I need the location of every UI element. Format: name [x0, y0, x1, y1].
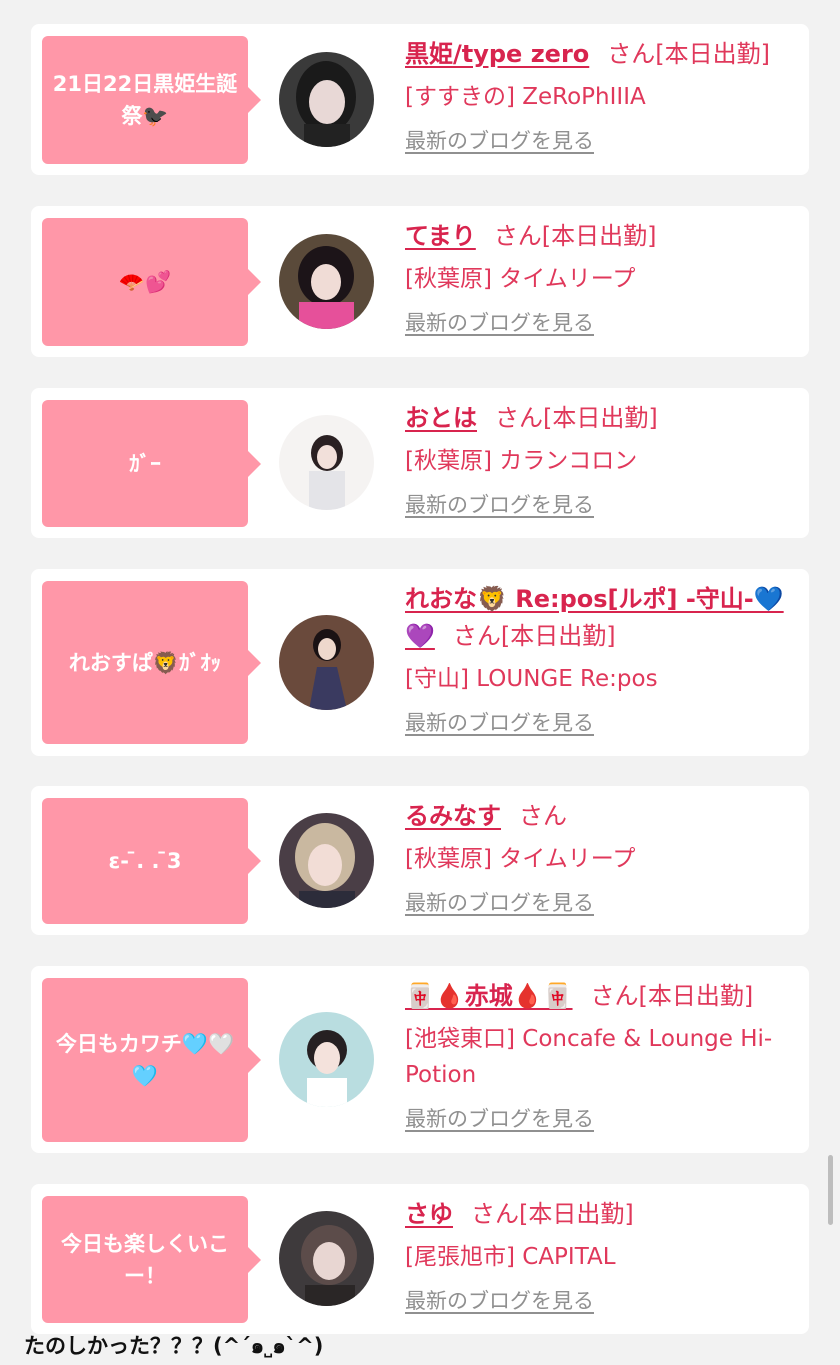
cast-info: おとは さん[本日出勤] [秋葉原] カランコロン 最新のブログを見る [405, 400, 785, 519]
message-bubble: 今日も楽しくいこー！ [42, 1196, 261, 1323]
latest-blog-link[interactable]: 最新のブログを見る [405, 1285, 594, 1315]
shop-info: [すすきの] ZeRoPhIIIA [405, 84, 646, 110]
latest-blog-link[interactable]: 最新のブログを見る [405, 489, 594, 519]
shop-info: [秋葉原] タイムリープ [405, 266, 636, 292]
shop-info: [秋葉原] タイムリープ [405, 846, 636, 872]
avatar[interactable] [279, 415, 374, 510]
latest-blog-link[interactable]: 最新のブログを見る [405, 125, 594, 155]
shop-info: [尾張旭市] CAPITAL [405, 1244, 616, 1270]
message-bubble: 🪭💕 [42, 218, 261, 346]
latest-blog-link[interactable]: 最新のブログを見る [405, 307, 594, 337]
honorific-status: さん[本日出勤] [471, 1200, 634, 1228]
overlay-caption: たのしかった？？？(^ˊ๑˽๑ˋ^) [24, 1334, 324, 1358]
honorific-status: さん [519, 802, 567, 830]
message-bubble: 今日もカワチ🩵🤍🩵 [42, 978, 261, 1142]
shop-info: [秋葉原] カランコロン [405, 448, 638, 474]
cast-card: 今日もカワチ🩵🤍🩵 🀄🩸赤城🩸🀄 さん[本日出勤] [池袋東口] Concafe … [31, 966, 809, 1153]
honorific-status: さん[本日出勤] [607, 40, 770, 68]
cast-info: れおな🦁 Re:pos[ルポ] -守山-💙💜 さん[本日出勤] [守山] LOUN… [405, 581, 785, 737]
message-bubble: ε- ̄. . ̄3 [42, 798, 261, 924]
cast-card: ε- ̄. . ̄3 るみなす さん [秋葉原] タイムリープ 最新のブログを見る [31, 786, 809, 935]
honorific-status: さん[本日出勤] [452, 622, 616, 650]
avatar[interactable] [279, 52, 374, 147]
cast-name-link[interactable]: 🀄🩸赤城🩸🀄 [405, 982, 573, 1010]
avatar[interactable] [279, 615, 374, 710]
scrollbar[interactable] [828, 1155, 833, 1225]
cast-card: 🪭💕 てまり さん[本日出勤] [秋葉原] タイムリープ 最新のブログを見る [31, 206, 809, 357]
latest-blog-link[interactable]: 最新のブログを見る [405, 707, 594, 737]
cast-card: 今日も楽しくいこー！ さゆ さん[本日出勤] [尾張旭市] CAPITAL 最新の… [31, 1184, 809, 1334]
cast-card: 21日22日黒姫生誕祭🐦‍⬛ 黒姫/type zero さん[本日出勤] [すすき… [31, 24, 809, 175]
shop-info: [池袋東口] Concafe & Lounge Hi-Potion [405, 1026, 773, 1088]
message-bubble: れおすぱ🦁ｶﾞｵｯ [42, 581, 261, 744]
honorific-status: さん[本日出勤] [493, 222, 657, 250]
message-bubble: ｶﾞｰ [42, 400, 261, 527]
cast-info: さゆ さん[本日出勤] [尾張旭市] CAPITAL 最新のブログを見る [405, 1196, 785, 1315]
cast-list: 21日22日黒姫生誕祭🐦‍⬛ 黒姫/type zero さん[本日出勤] [すすき… [0, 0, 840, 1365]
cast-info: るみなす さん [秋葉原] タイムリープ 最新のブログを見る [405, 798, 785, 917]
avatar[interactable] [279, 234, 374, 329]
cast-name-link[interactable]: おとは [405, 404, 477, 432]
honorific-status: さん[本日出勤] [495, 404, 658, 432]
avatar[interactable] [279, 813, 374, 908]
avatar[interactable] [279, 1012, 374, 1107]
honorific-status: さん[本日出勤] [590, 982, 754, 1010]
cast-info: てまり さん[本日出勤] [秋葉原] タイムリープ 最新のブログを見る [405, 218, 785, 337]
cast-info: 🀄🩸赤城🩸🀄 さん[本日出勤] [池袋東口] Concafe & Lounge H… [405, 978, 785, 1133]
cast-name-link[interactable]: てまり [405, 222, 476, 250]
latest-blog-link[interactable]: 最新のブログを見る [405, 1103, 594, 1133]
cast-card: ｶﾞｰ おとは さん[本日出勤] [秋葉原] カランコロン 最新のブログを見る [31, 388, 809, 538]
cast-info: 黒姫/type zero さん[本日出勤] [すすきの] ZeRoPhIIIA 最… [405, 36, 785, 155]
avatar[interactable] [279, 1211, 374, 1306]
cast-name-link[interactable]: さゆ [405, 1200, 453, 1228]
cast-name-link[interactable]: るみなす [405, 802, 501, 830]
message-bubble: 21日22日黒姫生誕祭🐦‍⬛ [42, 36, 261, 164]
shop-info: [守山] LOUNGE Re:pos [405, 666, 658, 692]
latest-blog-link[interactable]: 最新のブログを見る [405, 887, 594, 917]
cast-card: れおすぱ🦁ｶﾞｵｯ れおな🦁 Re:pos[ルポ] -守山-💙💜 さん[本日出勤]… [31, 569, 809, 756]
cast-name-link[interactable]: 黒姫/type zero [405, 40, 589, 68]
